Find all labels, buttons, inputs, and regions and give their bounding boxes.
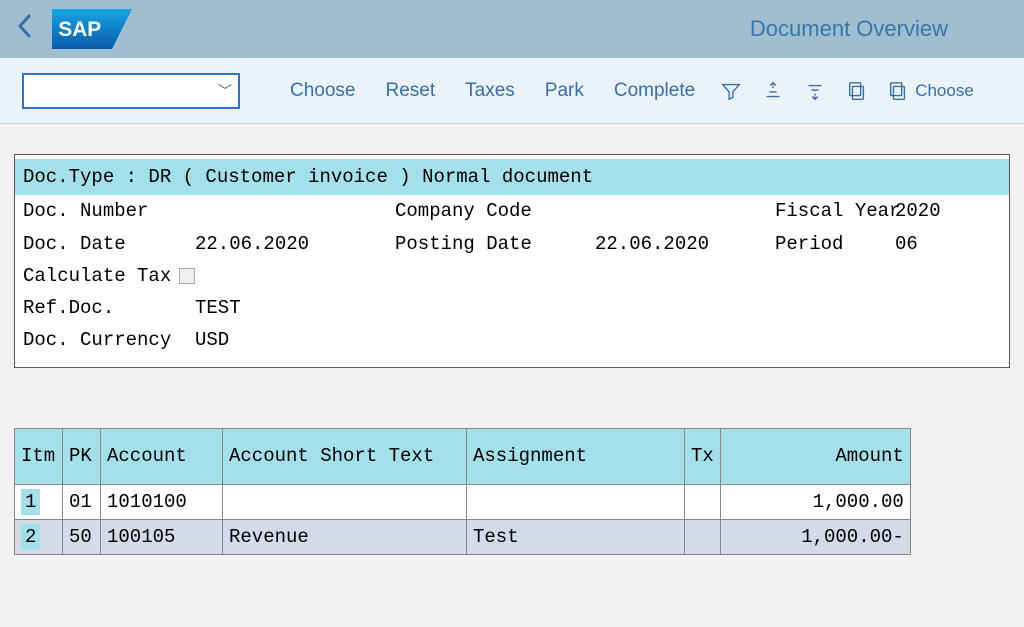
cell-itm: 2 bbox=[15, 519, 63, 554]
cell-itm: 1 bbox=[15, 484, 63, 519]
doc-type-line: Doc.Type : DR ( Customer invoice ) Norma… bbox=[15, 159, 1009, 195]
filter-icon[interactable] bbox=[719, 79, 743, 103]
col-assignment[interactable]: Assignment bbox=[467, 428, 685, 484]
chevron-down-icon: ﹀ bbox=[218, 81, 232, 101]
period-value: 06 bbox=[895, 228, 985, 260]
table-row[interactable]: 1 01 1010100 1,000.00 bbox=[15, 484, 911, 519]
park-button[interactable]: Park bbox=[539, 76, 590, 106]
titlebar: SAP Document Overview bbox=[0, 0, 1024, 58]
sort-desc-icon[interactable] bbox=[803, 79, 827, 103]
toolbar: ﹀ Choose Reset Taxes Park Complete Choos… bbox=[0, 58, 1024, 124]
doc-date-value: 22.06.2020 bbox=[195, 228, 395, 260]
calc-tax-label: Calculate Tax bbox=[23, 260, 171, 292]
choose-button[interactable]: Choose bbox=[284, 76, 362, 106]
col-amount[interactable]: Amount bbox=[720, 428, 910, 484]
doc-currency-value: USD bbox=[195, 324, 395, 356]
cell-amount: 1,000.00 bbox=[720, 484, 910, 519]
cell-tx bbox=[685, 519, 721, 554]
cell-amount: 1,000.00- bbox=[720, 519, 910, 554]
line-items-table: Itm PK Account Account Short Text Assign… bbox=[14, 428, 911, 555]
doc-number-label: Doc. Number bbox=[23, 195, 195, 227]
cell-tx bbox=[685, 484, 721, 519]
layout-combo[interactable]: ﹀ bbox=[22, 73, 240, 109]
col-itm[interactable]: Itm bbox=[15, 428, 63, 484]
reset-button[interactable]: Reset bbox=[380, 76, 442, 106]
col-account[interactable]: Account bbox=[101, 428, 223, 484]
cell-account: 1010100 bbox=[101, 484, 223, 519]
col-account-short[interactable]: Account Short Text bbox=[223, 428, 467, 484]
document-header-box: Doc.Type : DR ( Customer invoice ) Norma… bbox=[14, 154, 1010, 368]
posting-date-value: 22.06.2020 bbox=[595, 228, 775, 260]
complete-button[interactable]: Complete bbox=[608, 76, 701, 106]
fiscal-year-label: Fiscal Year bbox=[775, 195, 895, 227]
period-label: Period bbox=[775, 228, 895, 260]
sap-logo: SAP bbox=[52, 9, 132, 49]
fiscal-year-value: 2020 bbox=[895, 195, 985, 227]
cell-assignment: Test bbox=[467, 519, 685, 554]
ref-doc-label: Ref.Doc. bbox=[23, 292, 195, 324]
col-tx[interactable]: Tx bbox=[685, 428, 721, 484]
choose-detail-label: Choose bbox=[915, 81, 974, 101]
page-title: Document Overview bbox=[750, 16, 948, 42]
svg-text:SAP: SAP bbox=[58, 18, 101, 41]
cell-pk: 50 bbox=[63, 519, 101, 554]
table-header-row: Itm PK Account Account Short Text Assign… bbox=[15, 428, 911, 484]
cell-short bbox=[223, 484, 467, 519]
back-button[interactable] bbox=[16, 13, 34, 46]
posting-date-label: Posting Date bbox=[395, 228, 595, 260]
taxes-button[interactable]: Taxes bbox=[459, 76, 521, 106]
col-pk[interactable]: PK bbox=[63, 428, 101, 484]
table-row[interactable]: 2 50 100105 Revenue Test 1,000.00- bbox=[15, 519, 911, 554]
calc-tax-checkbox[interactable] bbox=[179, 268, 195, 284]
cell-pk: 01 bbox=[63, 484, 101, 519]
cell-assignment bbox=[467, 484, 685, 519]
doc-date-label: Doc. Date bbox=[23, 228, 195, 260]
copy-icon[interactable] bbox=[845, 79, 869, 103]
cell-account: 100105 bbox=[101, 519, 223, 554]
sort-asc-icon[interactable] bbox=[761, 79, 785, 103]
choose-detail-button[interactable]: Choose bbox=[887, 80, 974, 102]
cell-short: Revenue bbox=[223, 519, 467, 554]
ref-doc-value: TEST bbox=[195, 292, 395, 324]
doc-currency-label: Doc. Currency bbox=[23, 324, 195, 356]
company-code-label: Company Code bbox=[395, 195, 595, 227]
